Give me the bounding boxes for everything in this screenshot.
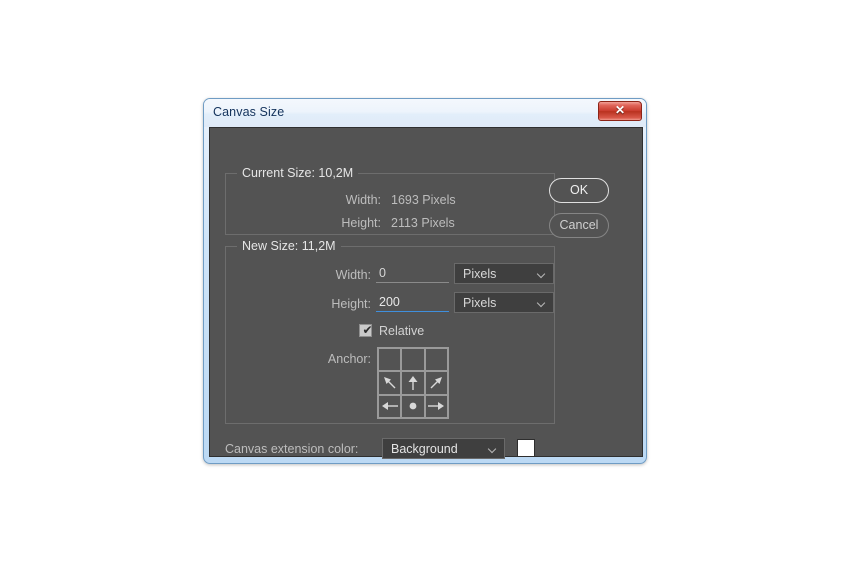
dialog-body: Current Size: 10,2M Width: 1693 Pixels H…	[209, 127, 643, 459]
new-width-input[interactable]	[376, 264, 449, 283]
relative-checkbox[interactable]: ✔	[359, 323, 373, 337]
new-width-unit-label: Pixels	[463, 267, 497, 281]
current-height-label: Height:	[341, 216, 381, 230]
chevron-down-icon	[538, 300, 545, 307]
arrow-left-icon	[381, 402, 398, 411]
relative-label[interactable]: Relative	[379, 323, 424, 339]
anchor-middle-right[interactable]	[424, 371, 448, 395]
current-size-legend: Current Size: 10,2M	[237, 166, 359, 180]
canvas-extension-color-label: Canvas extension color:	[225, 442, 359, 456]
anchor-dot-icon	[409, 402, 417, 410]
checkmark-icon: ✔	[362, 323, 373, 337]
anchor-bottom-left[interactable]	[378, 394, 402, 418]
cancel-button-label: Cancel	[559, 218, 599, 232]
canvas-extension-color-row: Canvas extension color: Background	[225, 438, 657, 460]
anchor-grid[interactable]	[377, 347, 449, 419]
new-height-input[interactable]	[376, 293, 449, 312]
chevron-down-icon	[489, 446, 496, 453]
new-width-unit-select[interactable]: Pixels	[454, 263, 554, 284]
new-width-label: Width:	[335, 268, 371, 282]
ok-button-label: OK	[569, 183, 589, 197]
ok-button[interactable]: OK	[549, 178, 609, 203]
dialog-titlebar[interactable]: Canvas Size ✕	[204, 99, 646, 127]
anchor-top-right[interactable]	[424, 348, 448, 372]
new-size-group: New Size: 11,2M Width: Pixels Height: Pi…	[225, 239, 555, 424]
canvas-extension-color-select[interactable]: Background	[382, 438, 505, 459]
anchor-top-left[interactable]	[378, 348, 402, 372]
anchor-bottom-right[interactable]	[424, 394, 448, 418]
anchor-middle-left[interactable]	[378, 371, 402, 395]
close-button[interactable]: ✕	[598, 101, 642, 121]
arrow-up-left-icon	[383, 376, 396, 389]
current-size-group: Current Size: 10,2M Width: 1693 Pixels H…	[225, 166, 555, 235]
current-width-label: Width:	[345, 193, 381, 207]
new-height-unit-select[interactable]: Pixels	[454, 292, 554, 313]
current-width-value: 1693 Pixels	[391, 193, 456, 207]
canvas-extension-color-value: Background	[391, 442, 458, 456]
new-height-label: Height:	[331, 297, 371, 311]
new-size-legend: New Size: 11,2M	[237, 239, 341, 253]
arrow-right-icon	[428, 402, 445, 411]
current-height-value: 2113 Pixels	[391, 216, 455, 230]
arrow-up-right-icon	[430, 376, 443, 389]
dialog-title: Canvas Size	[213, 105, 285, 119]
canvas-size-dialog: Canvas Size ✕ Current Size: 10,2M Width:…	[203, 98, 647, 464]
anchor-top-center[interactable]	[401, 348, 425, 372]
canvas-extension-color-swatch[interactable]	[517, 439, 535, 457]
arrow-up-icon	[408, 375, 418, 390]
anchor-bottom-center[interactable]	[401, 394, 425, 418]
anchor-label: Anchor:	[327, 352, 371, 366]
close-icon: ✕	[614, 103, 626, 117]
anchor-middle-center[interactable]	[401, 371, 425, 395]
new-height-unit-label: Pixels	[463, 296, 497, 310]
cancel-button[interactable]: Cancel	[549, 213, 609, 238]
chevron-down-icon	[538, 271, 545, 278]
